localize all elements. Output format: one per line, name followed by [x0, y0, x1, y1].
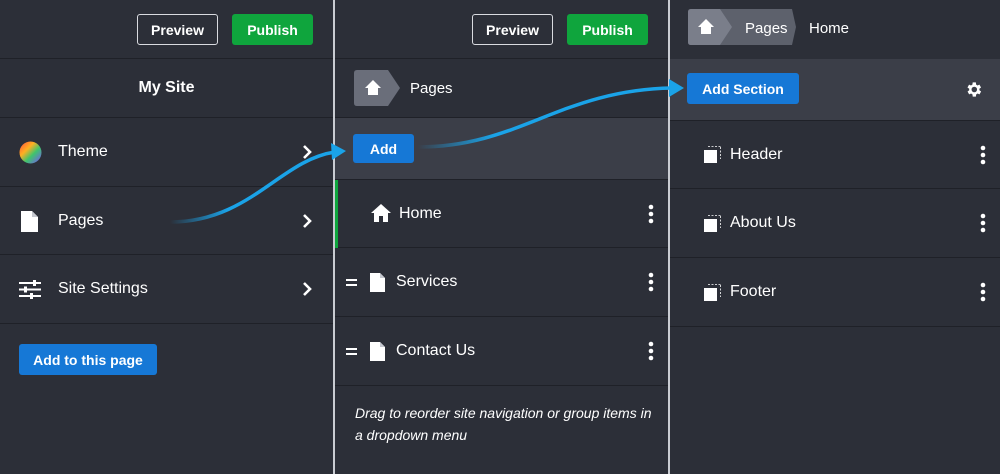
site-title: My Site	[138, 79, 195, 96]
section-label: Header	[730, 145, 783, 163]
page-icon	[21, 211, 38, 232]
sliders-icon	[19, 280, 41, 299]
top-bar: Preview Publish	[0, 0, 333, 59]
section-row-header[interactable]: Header	[670, 121, 1000, 189]
toolbar: Add	[335, 118, 668, 180]
page-label: Home	[399, 204, 442, 222]
active-indicator	[335, 180, 338, 248]
site-title-row: My Site	[0, 59, 333, 118]
top-bar: Preview Publish	[335, 0, 668, 59]
chevron-right-icon	[303, 282, 312, 296]
section-icon	[704, 146, 721, 163]
page-sections-panel: Pages Home Add Section Header About Us F…	[670, 0, 1000, 474]
chevron-right-icon	[303, 145, 312, 159]
menu-item-label: Theme	[58, 143, 108, 160]
menu-item-label: Pages	[58, 211, 104, 229]
add-to-page-button[interactable]: Add to this page	[19, 344, 157, 375]
page-row-services[interactable]: Services	[335, 248, 668, 317]
toolbar: Add Section	[670, 59, 1000, 121]
more-options-icon[interactable]	[980, 145, 986, 165]
section-icon	[704, 215, 721, 232]
page-row-contact-us[interactable]: Contact Us	[335, 317, 668, 386]
color-wheel-icon	[19, 141, 42, 164]
page-label: Services	[396, 273, 458, 290]
breadcrumb-current: Pages	[410, 80, 453, 97]
page-icon	[370, 273, 385, 292]
page-label: Contact Us	[396, 342, 476, 359]
menu-item-site-settings[interactable]: Site Settings	[0, 255, 333, 324]
section-row-footer[interactable]: Footer	[670, 258, 1000, 327]
page-icon	[370, 342, 385, 361]
chevron-right-icon	[303, 213, 312, 228]
breadcrumb-current: Home	[809, 20, 850, 37]
home-icon	[371, 204, 391, 222]
more-options-icon[interactable]	[980, 282, 986, 302]
drag-handle-icon[interactable]	[346, 348, 357, 355]
site-panel: Preview Publish My Site Theme Pages Site…	[0, 0, 333, 474]
pages-panel: Preview Publish Pages Add Home Services	[335, 0, 668, 474]
page-row-home[interactable]: Home	[335, 180, 668, 248]
more-options-icon[interactable]	[980, 213, 986, 233]
breadcrumb: Pages	[335, 59, 668, 118]
breadcrumb-home[interactable]	[354, 70, 400, 106]
breadcrumb: Pages Home	[670, 0, 1000, 59]
gear-icon[interactable]	[964, 80, 983, 99]
menu-item-pages[interactable]: Pages	[0, 187, 333, 255]
section-label: About Us	[730, 214, 796, 231]
preview-button[interactable]: Preview	[472, 14, 553, 45]
section-icon	[704, 284, 721, 301]
publish-button[interactable]: Publish	[232, 14, 313, 45]
section-label: Footer	[730, 283, 777, 300]
publish-button[interactable]: Publish	[567, 14, 648, 45]
preview-button[interactable]: Preview	[137, 14, 218, 45]
reorder-hint: Drag to reorder site navigation or group…	[355, 405, 652, 443]
drag-handle-icon[interactable]	[346, 279, 357, 286]
add-section-button[interactable]: Add Section	[687, 73, 799, 104]
more-options-icon[interactable]	[648, 341, 654, 361]
menu-item-theme[interactable]: Theme	[0, 118, 333, 187]
more-options-icon[interactable]	[648, 272, 654, 292]
menu-item-label: Site Settings	[58, 280, 148, 297]
breadcrumb-parent[interactable]: Pages	[745, 20, 788, 37]
more-options-icon[interactable]	[648, 204, 654, 224]
add-page-button[interactable]: Add	[353, 134, 414, 163]
section-row-about-us[interactable]: About Us	[670, 189, 1000, 258]
